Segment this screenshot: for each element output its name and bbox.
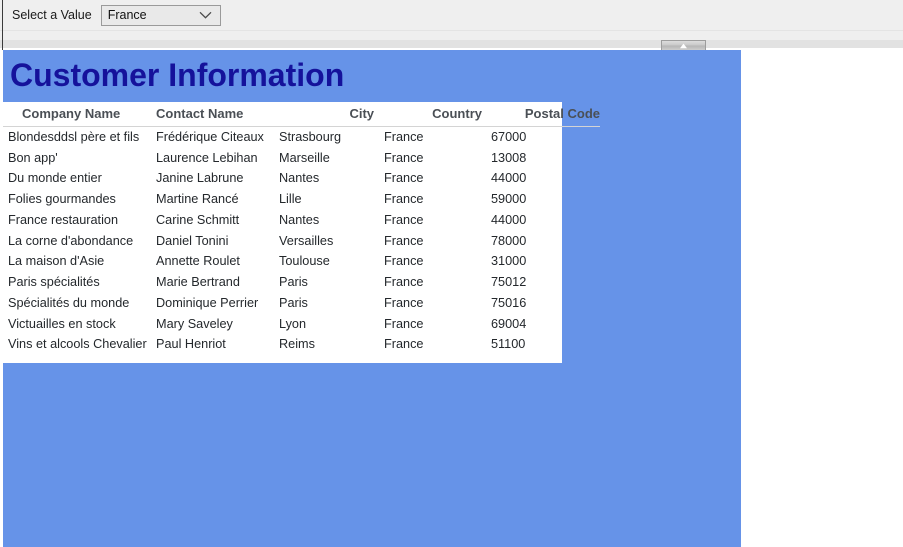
cell-country: France [384, 254, 424, 269]
cell-postal-code: 75016 [491, 295, 527, 310]
cell-contact-name: Carine Schmitt [156, 212, 240, 227]
cell-company-name: Du monde entier [8, 171, 102, 186]
cell-country: France [384, 275, 424, 290]
window-left-border [2, 0, 3, 50]
cell-contact-name: Daniel Tonini [156, 233, 229, 248]
cell-country: France [384, 316, 424, 331]
cell-contact-name: Dominique Perrier [156, 295, 259, 310]
chevron-down-icon [199, 11, 212, 20]
table-header-row: Company Name Contact Name City Country P… [3, 102, 600, 127]
cell-postal-code: 69004 [491, 316, 527, 331]
cell-company-name: Spécialités du monde [8, 295, 130, 310]
cell-postal-code: 31000 [491, 254, 527, 269]
cell-country: France [384, 192, 424, 207]
page-title: Customer Information [10, 57, 345, 93]
top-toolbar: Select a Value France [0, 0, 903, 31]
report-panel: Customer Information Company Name Contac… [3, 50, 741, 547]
cell-city: Lille [279, 192, 302, 207]
cell-country: France [384, 233, 424, 248]
table-row[interactable]: France restauration Carine Schmitt Nantes F… [3, 210, 600, 231]
cell-city: Reims [279, 337, 315, 352]
cell-company-name: Folies gourmandes [8, 192, 116, 207]
cell-postal-code: 44000 [491, 171, 527, 186]
table-row[interactable]: Spécialités du monde Dominique Perrier Par… [3, 293, 600, 314]
cell-contact-name: Paul Henriot [156, 337, 226, 352]
cell-postal-code: 59000 [491, 192, 527, 207]
cell-country: France [384, 337, 424, 352]
cell-contact-name: Laurence Lebihan [156, 150, 258, 165]
table-row[interactable]: Blondesddsl père et fils Frédérique Citea… [3, 127, 600, 148]
cell-company-name: Vins et alcools Chevalier [8, 337, 147, 352]
table-body: Blondesddsl père et fils Frédérique Citea… [3, 127, 600, 356]
column-header-postal-code[interactable]: Postal Code [491, 102, 600, 127]
cell-city: Nantes [279, 171, 320, 186]
cell-city: Versailles [279, 233, 334, 248]
column-header-city[interactable]: City [279, 102, 384, 127]
cell-city: Marseille [279, 150, 330, 165]
cell-contact-name: Frédérique Citeaux [156, 130, 264, 144]
customer-table-container: Company Name Contact Name City Country P… [3, 102, 600, 364]
cell-city: Paris [279, 295, 308, 310]
cell-postal-code: 44000 [491, 212, 527, 227]
cell-company-name: Bon app' [8, 150, 58, 165]
table-row[interactable]: Bon app' Laurence Lebihan Marseille France 1… [3, 148, 600, 169]
cell-company-name: Paris spécialités [8, 275, 100, 290]
scrollbar-track[interactable] [0, 40, 903, 48]
value-dropdown[interactable]: France [100, 4, 221, 26]
cell-contact-name: Martine Rancé [156, 192, 239, 207]
cell-country: France [384, 171, 424, 186]
table-row[interactable]: Vins et alcools Chevalier Paul Henriot Rei… [3, 334, 600, 355]
value-dropdown-selected-text: France [107, 8, 147, 22]
cell-company-name: France restauration [8, 212, 119, 227]
table-row[interactable]: Paris spécialités Marie Bertrand Paris Fran… [3, 272, 600, 293]
cell-postal-code: 75012 [491, 275, 527, 290]
table-row[interactable]: Folies gourmandes Martine Rancé Lille Franc… [3, 189, 600, 210]
column-header-company-name[interactable]: Company Name [3, 102, 156, 127]
cell-city: Lyon [279, 316, 307, 331]
cell-country: France [384, 295, 424, 310]
cell-city: Toulouse [279, 254, 330, 269]
cell-country: France [384, 150, 424, 165]
cell-postal-code: 51100 [491, 337, 526, 352]
table-row[interactable]: La maison d'Asie Annette Roulet Toulouse Fr… [3, 251, 600, 272]
table-row[interactable]: Victuailles en stock Mary Saveley Lyon Fran… [3, 314, 600, 335]
toolbar-content: Select a Value France [0, 0, 903, 30]
cell-company-name: Victuailles en stock [8, 316, 116, 331]
cell-city: Paris [279, 275, 308, 290]
table-header: Company Name Contact Name City Country P… [3, 102, 600, 127]
cell-contact-name: Janine Labrune [156, 171, 244, 186]
cell-postal-code: 13008 [491, 150, 527, 165]
cell-postal-code: 78000 [491, 233, 527, 248]
horizontal-scrollbar[interactable] [0, 31, 903, 48]
column-header-country[interactable]: Country [384, 102, 491, 127]
table-row[interactable]: La corne d'abondance Daniel Tonini Versail… [3, 231, 600, 252]
cell-company-name: La maison d'Asie [8, 254, 105, 269]
cell-contact-name: Marie Bertrand [156, 275, 240, 290]
cell-contact-name: Mary Saveley [156, 316, 233, 331]
cell-contact-name: Annette Roulet [156, 254, 240, 269]
select-a-value-label: Select a Value [12, 8, 92, 22]
cell-country: France [384, 212, 424, 227]
table-row[interactable]: Du monde entier Janine Labrune Nantes Franc… [3, 168, 600, 189]
cell-company-name: Blondesddsl père et fils [8, 130, 140, 144]
cell-city: Nantes [279, 212, 320, 227]
customer-table: Company Name Contact Name City Country P… [3, 102, 600, 355]
up-arrow-icon [679, 43, 688, 49]
cell-postal-code: 67000 [491, 130, 527, 144]
cell-country: France [384, 130, 424, 144]
column-header-contact-name[interactable]: Contact Name [156, 102, 279, 127]
cell-company-name: La corne d'abondance [8, 233, 134, 248]
cell-city: Strasbourg [279, 130, 342, 144]
